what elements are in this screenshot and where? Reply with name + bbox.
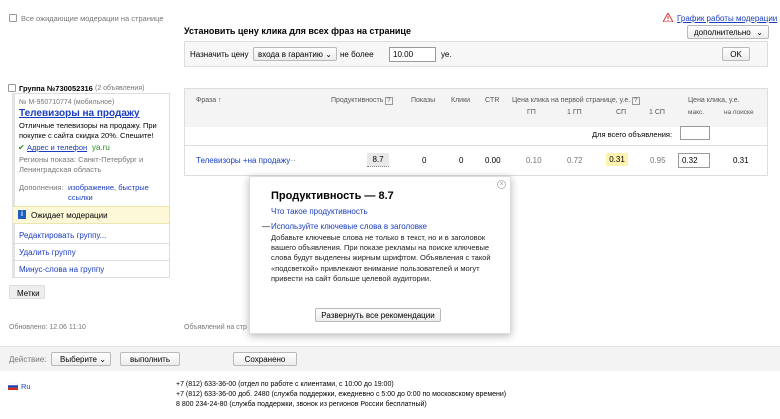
recommendation-dash: — bbox=[262, 222, 270, 231]
sp1-value: 0.95 bbox=[650, 156, 666, 165]
chevron-down-icon: ⌄ bbox=[325, 50, 332, 59]
russia-flag-icon bbox=[7, 382, 19, 390]
productivity-value[interactable]: 8.7 bbox=[367, 153, 389, 167]
ad-extras-label: Дополнения: bbox=[19, 183, 64, 192]
col-phrase[interactable]: Фраза ↑ bbox=[196, 97, 222, 104]
phone-free: 8 800 234-24-80 (служба поддержки, звоно… bbox=[176, 401, 427, 408]
phone-clients: +7 (812) 633-36-00 (отдел по работе с кл… bbox=[176, 381, 394, 388]
all-ads-price-input[interactable] bbox=[680, 126, 710, 140]
tags-label: Метки bbox=[17, 289, 40, 298]
col-sp1: 1 СП bbox=[649, 109, 665, 116]
col-impressions[interactable]: Показы bbox=[411, 97, 435, 104]
max-price-label: не более bbox=[340, 50, 374, 59]
moderation-status-text: Ожидает модерации bbox=[31, 211, 108, 220]
phrase-link[interactable]: Телевизоры +на продажу bbox=[196, 156, 290, 165]
gp-value: 0.10 bbox=[526, 156, 542, 165]
additional-dropdown-label: дополнительно bbox=[694, 28, 751, 37]
max-price-row-input[interactable]: 0.32 bbox=[678, 153, 710, 168]
price-strategy-value: входа в гарантию bbox=[258, 50, 323, 59]
ad-number: № М-950710774 (мобильное) bbox=[19, 99, 115, 106]
what-is-productivity-link[interactable]: Что такое продуктивность bbox=[271, 207, 368, 216]
ad-domain: ya.ru bbox=[92, 143, 110, 152]
group-ad-count: (2 объявления) bbox=[95, 85, 145, 92]
set-price-ok-button[interactable]: OK bbox=[722, 47, 750, 61]
popup-title: Продуктивность — 8.7 bbox=[271, 190, 394, 202]
ad-text: Отличные телевизоры на продажу. При поку… bbox=[19, 121, 157, 140]
ad-regions: Регионы показа: Санкт-Петербург и Ленинг… bbox=[19, 155, 144, 174]
expand-recommendations-button[interactable]: Развернуть все рекомендации bbox=[315, 308, 441, 322]
updated-text: Обновлено: 12.06 11:10 bbox=[9, 324, 86, 331]
group-checkbox[interactable] bbox=[8, 84, 16, 92]
ad-extras-links[interactable]: изображение, быстрые ссылки bbox=[68, 183, 164, 203]
moderation-all-checkbox[interactable] bbox=[9, 14, 17, 22]
all-ads-label: Для всего объявления: bbox=[592, 130, 673, 139]
search-price-value: 0.31 bbox=[733, 156, 749, 165]
chevron-down-icon: ⌄ bbox=[99, 355, 106, 364]
ad-title-link[interactable]: Телевизоры на продажу bbox=[19, 108, 140, 119]
tags-button[interactable]: Метки bbox=[9, 285, 45, 299]
table-header bbox=[185, 89, 767, 127]
chevron-down-icon: ⌄ bbox=[756, 28, 763, 37]
phrase-menu-icon[interactable]: ··· bbox=[288, 156, 296, 165]
moderation-schedule-link[interactable]: График работы модерации bbox=[677, 14, 777, 23]
col-first-page: Цена клика на первой странице, у.е. ? bbox=[512, 97, 640, 105]
close-icon[interactable]: × bbox=[497, 180, 506, 189]
moderation-all-label: Все ожидающие модерации на странице bbox=[21, 14, 164, 23]
ads-per-page-label: Объявлений на стр bbox=[184, 324, 247, 331]
ctr-value: 0.00 bbox=[485, 156, 501, 165]
action-bar bbox=[0, 346, 780, 371]
col-gp: ГП bbox=[527, 109, 536, 116]
help-icon[interactable]: ? bbox=[632, 97, 640, 105]
col-productivity[interactable]: Продуктивность ? bbox=[331, 97, 393, 105]
warning-icon bbox=[662, 11, 674, 24]
delete-group-link[interactable]: Удалить группу bbox=[19, 248, 76, 257]
clicks-value: 0 bbox=[459, 156, 464, 165]
col-ctr[interactable]: CTR bbox=[485, 97, 499, 104]
ad-contacts-link[interactable]: Адрес и телефон bbox=[27, 143, 87, 152]
impressions-value: 0 bbox=[422, 156, 427, 165]
col-first-page-label: Цена клика на первой странице, у.е. bbox=[512, 97, 631, 104]
phone-support: +7 (812) 633-36-00 доб. 2480 (служба под… bbox=[176, 391, 507, 398]
info-icon: i bbox=[18, 210, 26, 219]
price-unit-label: уе. bbox=[441, 50, 452, 59]
sp-value: 0.31 bbox=[606, 153, 628, 166]
recommendation-text: Добавьте ключевые слова не только в текс… bbox=[271, 233, 491, 283]
col-gp1: 1 ГП bbox=[567, 109, 582, 116]
gp1-value: 0.72 bbox=[567, 156, 583, 165]
minus-words-link[interactable]: Минус-слова на группу bbox=[19, 265, 104, 274]
action-label: Действие: bbox=[9, 355, 47, 364]
col-click-price: Цена клика, у.е. bbox=[688, 97, 740, 104]
action-select-value: Выберите bbox=[60, 355, 97, 364]
col-clicks[interactable]: Клики bbox=[451, 97, 470, 104]
edit-group-link[interactable]: Редактировать группу... bbox=[19, 231, 106, 240]
phone-icon: ✔ bbox=[18, 143, 25, 152]
group-title: Группа №730052316 bbox=[19, 84, 93, 93]
col-sp: СП bbox=[616, 109, 627, 116]
ad-extras-text: изображение, быстрые ссылки bbox=[68, 183, 149, 202]
col-max: макс. bbox=[688, 109, 705, 116]
set-price-title: Установить цену клика для всех фраз на с… bbox=[184, 26, 411, 36]
price-strategy-select[interactable]: входа в гарантию ⌄ bbox=[253, 47, 337, 61]
col-productivity-label: Продуктивность bbox=[331, 97, 384, 104]
col-search: на поиске bbox=[724, 109, 754, 116]
col-phrase-label: Фраза bbox=[196, 97, 217, 104]
help-icon[interactable]: ? bbox=[385, 97, 393, 105]
saved-button[interactable]: Сохранено bbox=[233, 352, 297, 366]
assign-price-label: Назначить цену bbox=[190, 50, 249, 59]
language-link[interactable]: Ru bbox=[21, 382, 31, 391]
run-action-button[interactable]: выполнить bbox=[120, 352, 180, 366]
action-select[interactable]: Выберите ⌄ bbox=[51, 352, 111, 366]
recommendation-link[interactable]: Используйте ключевые слова в заголовке bbox=[271, 222, 427, 231]
max-price-input[interactable]: 10.00 bbox=[389, 47, 436, 62]
additional-dropdown[interactable]: дополнительно ⌄ bbox=[687, 25, 769, 39]
